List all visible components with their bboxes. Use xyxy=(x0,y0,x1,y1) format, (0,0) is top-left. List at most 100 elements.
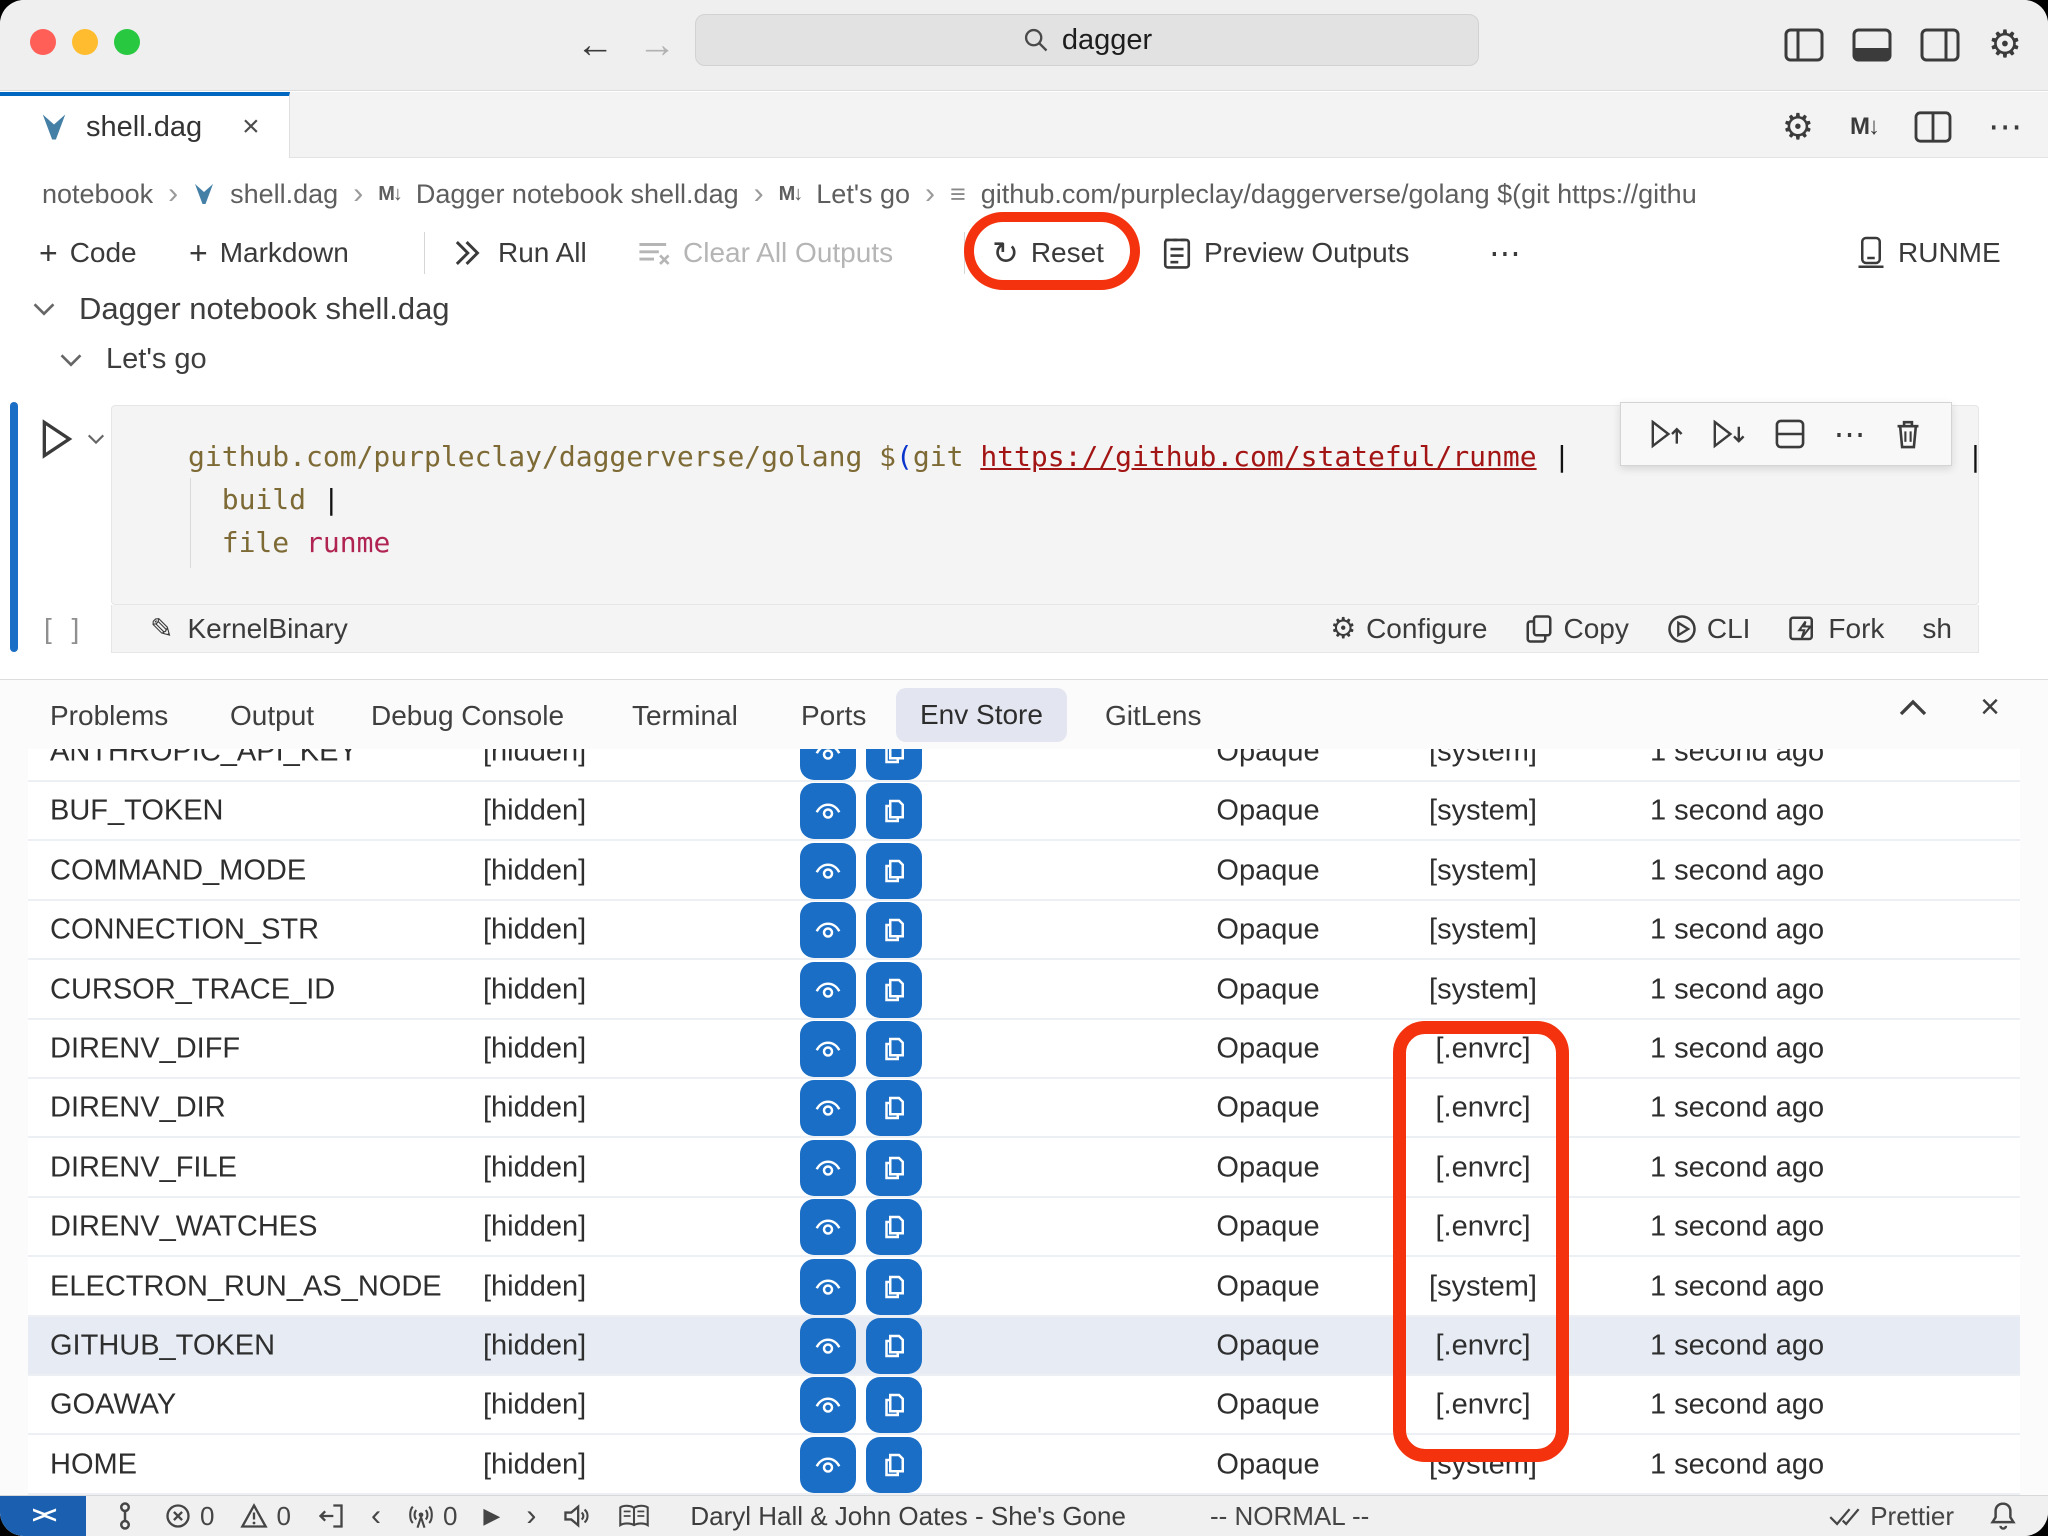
copy-value-button[interactable] xyxy=(866,1199,922,1255)
minimize-window-button[interactable] xyxy=(72,29,98,55)
collapse-chevron-icon[interactable] xyxy=(58,350,84,370)
reveal-value-button[interactable] xyxy=(800,902,856,958)
notifications-bell-icon[interactable] xyxy=(1988,1500,2018,1532)
configure-button[interactable]: ⚙ Configure xyxy=(1330,611,1487,646)
table-row[interactable]: ELECTRON_RUN_AS_NODE [hidden] Opaque [sy… xyxy=(28,1258,2020,1317)
panel-tab-terminal[interactable]: Terminal xyxy=(632,694,738,738)
reveal-value-button[interactable] xyxy=(800,783,856,839)
copy-value-button[interactable] xyxy=(866,749,922,780)
reveal-value-button[interactable] xyxy=(800,1140,856,1196)
remote-indicator[interactable]: >< xyxy=(0,1496,86,1536)
tab-close-icon[interactable]: × xyxy=(242,110,260,144)
reading-book-icon[interactable] xyxy=(618,1502,650,1530)
maximize-panel-chevron-icon[interactable] xyxy=(1896,696,1930,720)
cell-more-actions-icon[interactable]: ⋯ xyxy=(1834,415,1866,453)
delete-cell-icon[interactable] xyxy=(1892,417,1924,451)
table-row[interactable]: DIRENV_DIR [hidden] Opaque [.envrc] 1 se… xyxy=(28,1079,2020,1138)
tab-shell-dag[interactable]: shell.dag × xyxy=(0,92,290,158)
ports-indicator[interactable]: 0 xyxy=(407,1501,457,1532)
copy-value-button[interactable] xyxy=(866,1318,922,1374)
table-row[interactable]: GOAWAY [hidden] Opaque [.envrc] 1 second… xyxy=(28,1376,2020,1435)
chevron-right-nav[interactable]: › xyxy=(526,1499,536,1533)
breadcrumb-notebook[interactable]: notebook xyxy=(42,179,153,210)
panel-tab-env-store[interactable]: Env Store xyxy=(896,688,1067,742)
reveal-value-button[interactable] xyxy=(800,749,856,780)
table-row[interactable]: BUF_TOKEN [hidden] Opaque [system] 1 sec… xyxy=(28,782,2020,841)
markdown-export-icon[interactable]: M↓ xyxy=(1850,113,1878,141)
kernel-selector[interactable]: ✎ KernelBinary xyxy=(150,612,348,645)
runme-button[interactable]: RUNME xyxy=(1856,222,2001,284)
toggle-left-sidebar-icon[interactable] xyxy=(1784,27,1824,63)
code-link[interactable]: https://github.com/stateful/runme xyxy=(980,440,1536,473)
copy-value-button[interactable] xyxy=(866,962,922,1018)
close-panel-icon[interactable]: × xyxy=(1980,688,2000,727)
collapse-chevron-icon[interactable] xyxy=(31,299,57,319)
table-row-selected[interactable]: GITHUB_TOKEN [hidden] Opaque [.envrc] 1 … xyxy=(28,1317,2020,1376)
add-code-cell-button[interactable]: + Code xyxy=(39,222,137,284)
table-row[interactable]: ANTHROPIC_API_KEY [hidden] Opaque [syste… xyxy=(28,749,2020,782)
clear-all-outputs-button[interactable]: Clear All Outputs xyxy=(637,222,893,284)
history-forward-button[interactable]: → xyxy=(638,18,676,72)
reveal-value-button[interactable] xyxy=(800,1021,856,1077)
copy-value-button[interactable] xyxy=(866,783,922,839)
preview-outputs-button[interactable]: Preview Outputs xyxy=(1162,222,1409,284)
copy-button[interactable]: Copy xyxy=(1525,613,1628,645)
breadcrumb-heading1[interactable]: Dagger notebook shell.dag xyxy=(416,179,739,210)
panel-tab-debug-console[interactable]: Debug Console xyxy=(371,694,564,738)
cell-language-picker[interactable]: sh xyxy=(1922,613,1952,645)
execute-below-icon[interactable] xyxy=(1710,416,1746,452)
reveal-value-button[interactable] xyxy=(800,1318,856,1374)
settings-gear-icon[interactable]: ⚙ xyxy=(1988,22,2022,67)
command-center-search[interactable]: dagger xyxy=(695,14,1479,66)
copy-value-button[interactable] xyxy=(866,1140,922,1196)
run-all-button[interactable]: Run All xyxy=(452,222,587,284)
panel-tab-ports[interactable]: Ports xyxy=(801,694,866,738)
formatter-indicator[interactable]: Prettier xyxy=(1828,1501,1954,1532)
warnings-indicator[interactable]: 0 xyxy=(240,1501,290,1532)
toolbar-more-actions[interactable]: ⋯ xyxy=(1489,222,1521,284)
logout-door-icon[interactable] xyxy=(317,1502,345,1530)
table-row[interactable]: DIRENV_FILE [hidden] Opaque [.envrc] 1 s… xyxy=(28,1139,2020,1198)
zoom-window-button[interactable] xyxy=(114,29,140,55)
table-row[interactable]: DIRENV_WATCHES [hidden] Opaque [.envrc] … xyxy=(28,1198,2020,1257)
notebook-settings-gear-icon[interactable]: ⚙ xyxy=(1782,106,1814,148)
copy-value-button[interactable] xyxy=(866,1437,922,1493)
vim-mode-indicator[interactable]: -- NORMAL -- xyxy=(1210,1501,1369,1532)
play-task-icon[interactable]: ▶ xyxy=(483,1503,500,1529)
copy-value-button[interactable] xyxy=(866,1080,922,1136)
reveal-value-button[interactable] xyxy=(800,1199,856,1255)
chevron-left-nav[interactable]: ‹ xyxy=(371,1499,381,1533)
table-row[interactable]: CONNECTION_STR [hidden] Opaque [system] … xyxy=(28,901,2020,960)
run-options-chevron-icon[interactable] xyxy=(86,431,106,447)
fork-button[interactable]: Fork xyxy=(1788,613,1884,645)
copy-value-button[interactable] xyxy=(866,902,922,958)
table-row[interactable]: HOME [hidden] Opaque [system] 1 second a… xyxy=(28,1436,2020,1495)
reveal-value-button[interactable] xyxy=(800,1259,856,1315)
reset-button[interactable]: ↻ Reset xyxy=(992,222,1104,284)
panel-tab-problems[interactable]: Problems xyxy=(50,694,168,738)
split-cell-icon[interactable] xyxy=(1773,417,1807,451)
reveal-value-button[interactable] xyxy=(800,1377,856,1433)
split-editor-icon[interactable] xyxy=(1914,110,1952,144)
reveal-value-button[interactable] xyxy=(800,1437,856,1493)
copy-value-button[interactable] xyxy=(866,1259,922,1315)
toggle-panel-icon[interactable] xyxy=(1852,27,1892,63)
copy-value-button[interactable] xyxy=(866,843,922,899)
breadcrumb-heading2[interactable]: Let's go xyxy=(816,179,910,210)
history-back-button[interactable]: ← xyxy=(576,18,614,72)
copy-value-button[interactable] xyxy=(866,1021,922,1077)
add-markdown-cell-button[interactable]: + Markdown xyxy=(189,222,349,284)
run-cell-icon[interactable] xyxy=(36,417,76,461)
toggle-right-sidebar-icon[interactable] xyxy=(1920,27,1960,63)
copy-value-button[interactable] xyxy=(866,1377,922,1433)
table-row[interactable]: DIRENV_DIFF [hidden] Opaque [.envrc] 1 s… xyxy=(28,1020,2020,1079)
execute-above-icon[interactable] xyxy=(1648,416,1684,452)
reveal-value-button[interactable] xyxy=(800,962,856,1018)
more-actions-icon[interactable]: ⋯ xyxy=(1988,107,2022,147)
reveal-value-button[interactable] xyxy=(800,1080,856,1136)
reveal-value-button[interactable] xyxy=(800,843,856,899)
table-row[interactable]: CURSOR_TRACE_ID [hidden] Opaque [system]… xyxy=(28,961,2020,1020)
close-window-button[interactable] xyxy=(30,29,56,55)
now-playing-song[interactable]: Daryl Hall & John Oates - She's Gone xyxy=(690,1501,1126,1532)
breadcrumb-file[interactable]: shell.dag xyxy=(230,179,338,210)
